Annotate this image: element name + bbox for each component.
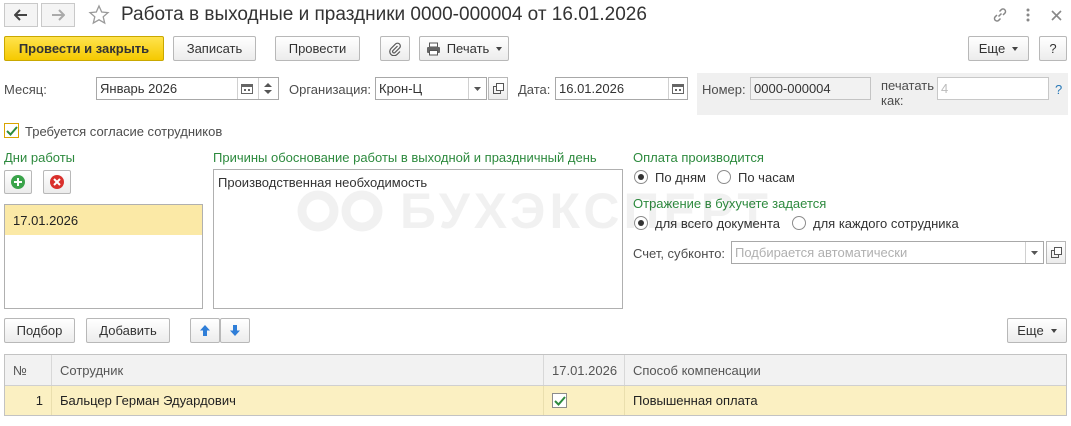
- more-button-label: Еще: [978, 41, 1006, 56]
- month-value: Январь 2026: [100, 81, 178, 96]
- row-compensation: Повышенная оплата: [633, 393, 758, 408]
- save-button[interactable]: Записать: [173, 36, 256, 61]
- calendar-icon: [240, 84, 253, 94]
- number-field: 0000-000004: [750, 77, 871, 100]
- organization-label: Организация:: [289, 82, 372, 97]
- plus-circle-icon: [11, 175, 25, 189]
- consent-label[interactable]: Требуется согласие сотрудников: [25, 124, 222, 139]
- checkmark-icon: [553, 395, 566, 406]
- select-button[interactable]: Подбор: [4, 318, 75, 343]
- move-down-button[interactable]: [220, 318, 250, 343]
- account-label: Счет, субконто:: [633, 246, 726, 261]
- print-as-label-line2: как:: [881, 93, 904, 108]
- date-calendar-button[interactable]: [668, 78, 686, 99]
- help-mark[interactable]: ?: [1055, 82, 1062, 97]
- checkmark-icon: [5, 125, 18, 136]
- add-day-button[interactable]: [4, 170, 32, 194]
- link-icon[interactable]: [990, 5, 1010, 25]
- date-label: Дата:: [518, 82, 551, 97]
- accounting-each-employee-label[interactable]: для каждого сотрудника: [813, 216, 959, 231]
- watermark: БУХЭКСПЕРТ: [296, 182, 772, 240]
- chevron-down-icon: [1031, 250, 1038, 255]
- account-field[interactable]: Подбирается автоматически: [731, 241, 1044, 264]
- arrow-down-icon: [230, 325, 240, 336]
- month-stepper[interactable]: [258, 78, 276, 99]
- print-as-field[interactable]: 4: [937, 77, 1049, 100]
- calendar-icon: [671, 84, 684, 94]
- chevron-down-icon: [474, 86, 481, 91]
- work-days-title: Дни работы: [4, 150, 76, 165]
- radio-selected-dot: [638, 174, 644, 180]
- chevron-down-icon: [1012, 46, 1019, 51]
- watermark-logo-icon: [297, 190, 383, 232]
- organization-open-button[interactable]: [488, 77, 508, 100]
- table-header: № Сотрудник 17.01.2026 Способ компенсаци…: [5, 355, 1066, 386]
- forward-button[interactable]: [41, 3, 75, 27]
- paperclip-icon: [389, 42, 401, 56]
- table-more-button[interactable]: Еще: [1007, 318, 1067, 343]
- organization-field[interactable]: Крон-Ц: [375, 77, 487, 100]
- post-button[interactable]: Провести: [275, 36, 360, 61]
- help-button[interactable]: ?: [1039, 36, 1067, 61]
- account-dropdown-button[interactable]: [1025, 242, 1043, 263]
- chevron-down-icon: [263, 90, 272, 94]
- arrow-up-icon: [200, 325, 210, 336]
- date-value: 16.01.2026: [559, 81, 625, 96]
- reasons-title: Причины обоснование работы в выходной и …: [213, 150, 597, 165]
- print-as-label-line1: печатать: [881, 78, 935, 93]
- post-and-close-button[interactable]: Провести и закрыть: [4, 36, 164, 61]
- payment-title: Оплата производится: [633, 150, 764, 165]
- back-button[interactable]: [4, 3, 38, 27]
- favorite-star-icon[interactable]: [88, 4, 110, 26]
- month-field[interactable]: Январь 2026: [96, 77, 279, 100]
- consent-checkbox[interactable]: [4, 123, 19, 138]
- organization-dropdown-button[interactable]: [468, 78, 486, 99]
- chevron-down-icon: [496, 46, 503, 51]
- open-form-icon: [1050, 247, 1062, 258]
- page-title: Работа в выходные и праздники 0000-00000…: [121, 4, 647, 25]
- column-header-employee[interactable]: Сотрудник: [52, 355, 544, 385]
- chevron-down-icon: [1050, 328, 1057, 333]
- column-header-number[interactable]: №: [5, 355, 52, 385]
- date-field[interactable]: 16.01.2026: [555, 77, 688, 100]
- accounting-each-employee-radio[interactable]: [792, 216, 806, 230]
- print-as-label: печатать как:: [881, 78, 934, 108]
- attach-button[interactable]: [380, 36, 410, 61]
- month-label: Месяц:: [4, 82, 47, 97]
- delete-circle-icon: [50, 175, 64, 189]
- calendar-button[interactable]: [237, 78, 255, 99]
- account-open-button[interactable]: [1046, 241, 1066, 264]
- row-date-checkbox[interactable]: [552, 393, 567, 408]
- table-more-label: Еще: [1017, 323, 1044, 338]
- row-employee: Бальцер Герман Эдуардович: [52, 386, 544, 415]
- arrow-right-icon: [52, 9, 65, 21]
- move-up-button[interactable]: [190, 318, 220, 343]
- account-placeholder: Подбирается автоматически: [735, 245, 908, 260]
- table-row[interactable]: 1 Бальцер Герман Эдуардович Повышенная о…: [5, 386, 1066, 415]
- organization-value: Крон-Ц: [379, 81, 423, 96]
- arrow-left-icon: [14, 9, 27, 21]
- more-vertical-icon[interactable]: [1018, 5, 1038, 25]
- row-number: 1: [5, 386, 52, 415]
- print-button[interactable]: Печать: [419, 36, 509, 61]
- chevron-up-icon: [263, 83, 272, 87]
- print-button-label: Печать: [446, 41, 490, 56]
- close-icon[interactable]: [1046, 5, 1066, 25]
- printer-icon: [426, 42, 440, 55]
- employees-table[interactable]: № Сотрудник 17.01.2026 Способ компенсаци…: [4, 354, 1067, 416]
- add-button[interactable]: Добавить: [86, 318, 170, 343]
- open-form-icon: [492, 83, 504, 94]
- column-header-compensation[interactable]: Способ компенсации: [625, 355, 1066, 385]
- row-date-cell: [544, 386, 625, 415]
- column-header-date[interactable]: 17.01.2026: [544, 355, 625, 385]
- more-button[interactable]: Еще: [968, 36, 1029, 61]
- number-label: Номер:: [702, 82, 746, 97]
- delete-day-button[interactable]: [43, 170, 71, 194]
- work-day-item[interactable]: 17.01.2026: [5, 205, 202, 235]
- work-days-list[interactable]: 17.01.2026: [4, 204, 203, 309]
- watermark-text: БУХЭКСПЕРТ: [400, 183, 772, 239]
